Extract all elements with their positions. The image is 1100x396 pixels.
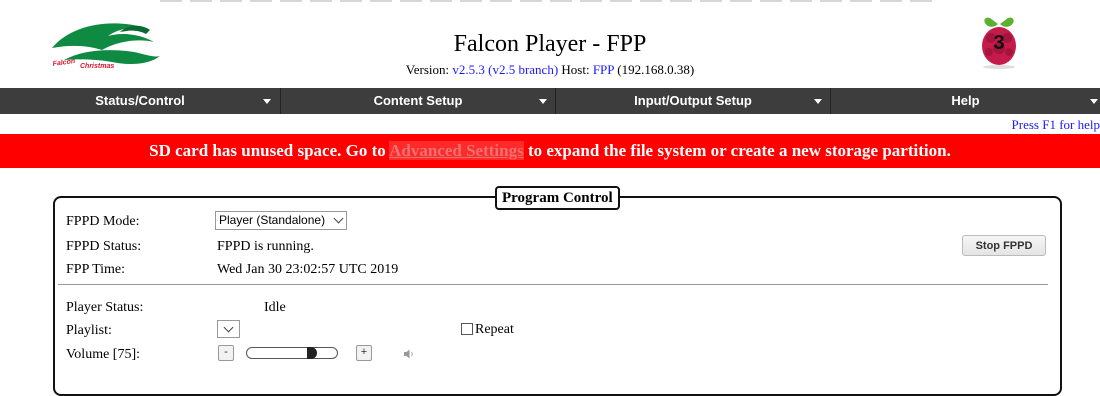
volume-slider-handle[interactable] bbox=[307, 347, 317, 359]
stop-fppd-button[interactable]: Stop FPPD bbox=[962, 235, 1046, 256]
volume-up-button[interactable]: + bbox=[356, 345, 372, 361]
banner-text-suffix: to expand the file system or create a ne… bbox=[527, 141, 951, 160]
nav-content-setup[interactable]: Content Setup bbox=[281, 88, 556, 114]
pi-version-badge: 3 bbox=[993, 32, 1005, 54]
host-label: Host: bbox=[561, 62, 590, 77]
header: Falcon Christmas Falcon Player - FPP Ver… bbox=[0, 0, 1100, 88]
player-status-value: Idle bbox=[264, 300, 286, 315]
repeat-label: Repeat bbox=[475, 322, 514, 337]
section-divider bbox=[58, 284, 1048, 285]
nav-label: Input/Output Setup bbox=[634, 93, 752, 108]
speaker-icon[interactable] bbox=[403, 348, 415, 360]
nav-label: Help bbox=[951, 93, 980, 108]
host-name-link[interactable]: FPP bbox=[593, 62, 614, 77]
chevron-down-icon bbox=[539, 99, 547, 104]
page-title: Falcon Player - FPP bbox=[453, 31, 647, 57]
volume-label: Volume [75]: bbox=[66, 347, 141, 362]
fpp-time-label: FPP Time: bbox=[66, 262, 126, 277]
nav-status-control[interactable]: Status/Control bbox=[0, 88, 281, 114]
nav-input-output-setup[interactable]: Input/Output Setup bbox=[556, 88, 831, 114]
warning-banner: SD card has unused space. Go to Advanced… bbox=[0, 134, 1100, 168]
player-status-label: Player Status: bbox=[66, 300, 144, 315]
fpp-time-value: Wed Jan 30 23:02:57 UTC 2019 bbox=[217, 262, 399, 277]
volume-slider[interactable] bbox=[246, 347, 338, 359]
chevron-down-icon bbox=[333, 213, 344, 224]
version-line: Version: v2.5.3 (v2.5 branch) Host: FPP … bbox=[330, 62, 770, 78]
falcon-christmas-logo[interactable]: Falcon Christmas bbox=[50, 16, 162, 74]
playlist-select[interactable] bbox=[217, 320, 240, 338]
repeat-checkbox[interactable] bbox=[461, 323, 473, 335]
fppd-status-label: FPPD Status: bbox=[66, 239, 142, 254]
main-nav: Status/Control Content Setup Input/Outpu… bbox=[0, 88, 1100, 114]
host-ip: (192.168.0.38) bbox=[617, 62, 695, 77]
advanced-settings-link[interactable]: Advanced Settings bbox=[389, 141, 524, 160]
volume-slider-fill bbox=[247, 348, 307, 358]
playlist-label: Playlist: bbox=[66, 323, 112, 338]
fppd-mode-select[interactable]: Player (Standalone) bbox=[215, 211, 347, 230]
svg-text:Christmas: Christmas bbox=[80, 63, 114, 70]
program-control-panel bbox=[53, 196, 1062, 396]
banner-text-prefix: SD card has unused space. Go to bbox=[149, 141, 386, 160]
raspberry-pi-icon: 3 bbox=[974, 14, 1024, 70]
version-link[interactable]: v2.5.3 (v2.5 branch) bbox=[452, 62, 558, 77]
help-hint: Press F1 for help bbox=[1011, 117, 1100, 132]
svg-text:Falcon: Falcon bbox=[52, 58, 75, 68]
falcon-logo-icon: Falcon Christmas bbox=[52, 23, 160, 70]
fppd-mode-label: FPPD Mode: bbox=[66, 214, 140, 229]
chevron-down-icon bbox=[1090, 99, 1098, 104]
chevron-down-icon bbox=[223, 322, 234, 333]
program-control-legend: Program Control bbox=[495, 186, 620, 210]
version-label: Version: bbox=[405, 62, 450, 77]
nav-label: Status/Control bbox=[95, 93, 185, 108]
nav-help[interactable]: Help bbox=[831, 88, 1100, 114]
fppd-mode-value: Player (Standalone) bbox=[219, 213, 326, 227]
fppd-status-value: FPPD is running. bbox=[217, 239, 314, 254]
volume-down-button[interactable]: - bbox=[218, 345, 234, 361]
header-top-border bbox=[160, 0, 940, 2]
chevron-down-icon bbox=[814, 99, 822, 104]
nav-label: Content Setup bbox=[373, 93, 463, 108]
chevron-down-icon bbox=[263, 99, 271, 104]
